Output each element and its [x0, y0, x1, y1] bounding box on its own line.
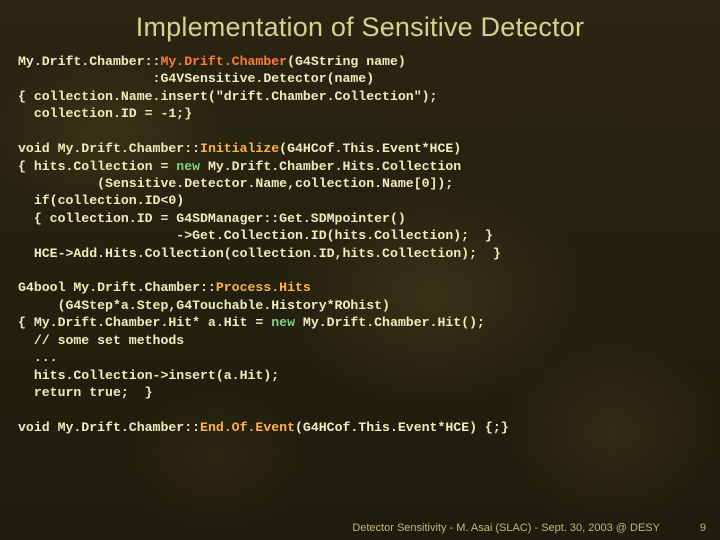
slide: Implementation of Sensitive Detector My.…: [0, 0, 720, 540]
code-line: void My.Drift.Chamber::: [18, 141, 200, 156]
code-line: // some set methods: [18, 333, 184, 348]
code-line: hits.Collection->insert(a.Hit);: [18, 368, 279, 383]
keyword-new: new: [176, 159, 200, 174]
code-line: return true; }: [18, 385, 153, 400]
code-line: :G4VSensitive.Detector(name): [18, 71, 374, 86]
code-line: { collection.ID = G4SDManager::Get.SDMpo…: [18, 211, 406, 226]
code-line: ...: [18, 350, 58, 365]
method-name: Process.Hits: [216, 280, 311, 295]
code-line: HCE->Add.Hits.Collection(collection.ID,h…: [18, 246, 501, 261]
code-block: My.Drift.Chamber::My.Drift.Chamber(G4Str…: [18, 53, 702, 436]
code-line: (G4Step*a.Step,G4Touchable.History*ROhis…: [18, 298, 390, 313]
code-line: collection.ID = -1;}: [18, 106, 192, 121]
page-number: 9: [700, 522, 706, 534]
code-line: { hits.Collection =: [18, 159, 176, 174]
code-line: if(collection.ID<0): [18, 193, 184, 208]
footer-text: Detector Sensitivity - M. Asai (SLAC) - …: [352, 522, 660, 534]
code-line: { collection.Name.insert("drift.Chamber.…: [18, 89, 437, 104]
code-line: My.Drift.Chamber.Hit();: [295, 315, 485, 330]
method-name: Initialize: [200, 141, 279, 156]
slide-title: Implementation of Sensitive Detector: [18, 12, 702, 43]
code-line: My.Drift.Chamber::: [18, 54, 160, 69]
keyword-new: new: [271, 315, 295, 330]
code-line: G4bool My.Drift.Chamber::: [18, 280, 216, 295]
constructor-name: My.Drift.Chamber: [160, 54, 287, 69]
code-line: { My.Drift.Chamber.Hit* a.Hit =: [18, 315, 271, 330]
code-line: ->Get.Collection.ID(hits.Collection); }: [18, 228, 493, 243]
code-line: void My.Drift.Chamber::: [18, 420, 200, 435]
code-line: My.Drift.Chamber.Hits.Collection: [200, 159, 461, 174]
method-name: End.Of.Event: [200, 420, 295, 435]
code-line: (Sensitive.Detector.Name,collection.Name…: [18, 176, 453, 191]
code-line: (G4HCof.This.Event*HCE) {;}: [295, 420, 509, 435]
code-line: (G4HCof.This.Event*HCE): [279, 141, 461, 156]
code-line: (G4String name): [287, 54, 406, 69]
